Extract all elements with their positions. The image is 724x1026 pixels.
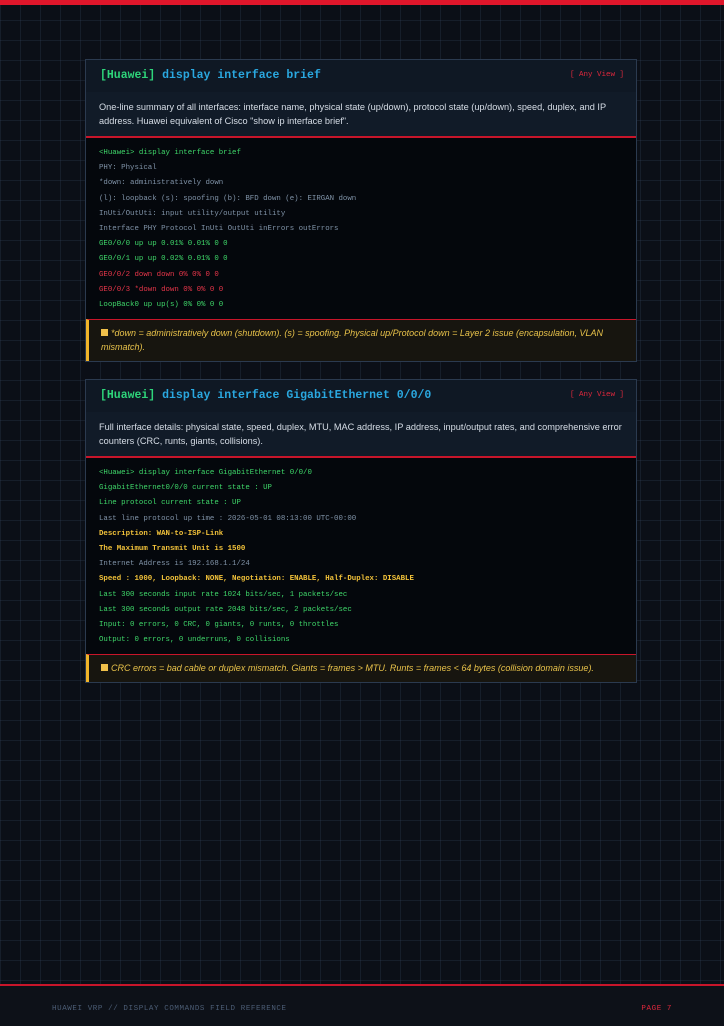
terminal-output: <Huawei> display interface GigabitEthern… bbox=[86, 458, 636, 655]
terminal-line: Last 300 seconds input rate 1024 bits/se… bbox=[99, 590, 348, 599]
card-header: [Huawei] display interface brief [ Any V… bbox=[86, 60, 636, 92]
terminal-line: (l): loopback (s): spoofing (b): BFD dow… bbox=[99, 194, 357, 203]
vendor-tag: [Huawei] bbox=[100, 389, 156, 402]
top-accent-bar bbox=[0, 0, 724, 5]
terminal-line: GE0/0/0 up up 0.01% 0.01% 0 0 bbox=[99, 240, 228, 249]
terminal-line: Interface PHY Protocol InUti OutUti inEr… bbox=[99, 225, 339, 234]
terminal-line: GE0/0/3 *down down 0% 0% 0 0 bbox=[99, 285, 224, 294]
terminal-output: <Huawei> display interface brief PHY: Ph… bbox=[86, 138, 636, 320]
terminal-line: Internet Address is 192.168.1.1/24 bbox=[99, 560, 250, 569]
terminal-line: *down: administratively down bbox=[99, 179, 224, 188]
note-text: *down = administratively down (shutdown)… bbox=[101, 328, 604, 353]
command-name: display interface GigabitEthernet 0/0/0 bbox=[162, 389, 432, 402]
terminal-line: The Maximum Transmit Unit is 1500 bbox=[99, 545, 246, 554]
footer-title: HUAWEI VRP // DISPLAY COMMANDS FIELD REF… bbox=[52, 1005, 287, 1013]
terminal-line: GE0/0/2 down down 0% 0% 0 0 bbox=[99, 270, 219, 279]
card-header: [Huawei] display interface GigabitEthern… bbox=[86, 380, 636, 412]
command-name: display interface brief bbox=[162, 69, 321, 82]
terminal-line: Last line protocol up time : 2026-05-01 … bbox=[99, 514, 357, 523]
terminal-line: Description: WAN-to-ISP-Link bbox=[99, 529, 224, 538]
view-label: [ Any View ] bbox=[569, 71, 624, 79]
terminal-line: LoopBack0 up up(s) 0% 0% 0 0 bbox=[99, 301, 224, 310]
tip-note: *down = administratively down (shutdown)… bbox=[86, 319, 636, 362]
terminal-line: Input: 0 errors, 0 CRC, 0 giants, 0 runt… bbox=[99, 621, 339, 630]
terminal-line: Last 300 seconds output rate 2048 bits/s… bbox=[99, 605, 352, 614]
square-bullet-icon bbox=[101, 664, 108, 672]
command-description: One-line summary of all interfaces: inte… bbox=[86, 92, 636, 138]
terminal-line: Output: 0 errors, 0 underruns, 0 collisi… bbox=[99, 636, 290, 645]
tip-note: CRC errors = bad cable or duplex mismatc… bbox=[86, 654, 636, 683]
command-title: [Huawei] display interface brief bbox=[100, 69, 321, 82]
command-card-interface-detail: [Huawei] display interface GigabitEthern… bbox=[85, 379, 637, 684]
terminal-line: Line protocol current state : UP bbox=[99, 499, 241, 508]
command-title: [Huawei] display interface GigabitEthern… bbox=[100, 389, 431, 402]
command-description: Full interface details: physical state, … bbox=[86, 412, 636, 458]
terminal-line: <Huawei> display interface brief bbox=[99, 149, 241, 157]
page-footer: HUAWEI VRP // DISPLAY COMMANDS FIELD REF… bbox=[0, 984, 724, 1026]
command-card-interface-brief: [Huawei] display interface brief [ Any V… bbox=[85, 59, 637, 363]
view-label: [ Any View ] bbox=[569, 391, 624, 399]
terminal-line: InUti/OutUti: input utility/output utili… bbox=[99, 209, 286, 218]
terminal-line: PHY: Physical bbox=[99, 164, 157, 173]
terminal-line: GE0/0/1 up up 0.02% 0.01% 0 0 bbox=[99, 255, 228, 264]
terminal-line: Speed : 1000, Loopback: NONE, Negotiatio… bbox=[99, 575, 414, 584]
note-text: CRC errors = bad cable or duplex mismatc… bbox=[111, 663, 594, 674]
vendor-tag: [Huawei] bbox=[100, 69, 156, 82]
page-number: PAGE 7 bbox=[641, 1005, 672, 1013]
square-bullet-icon bbox=[101, 329, 108, 337]
terminal-line: <Huawei> display interface GigabitEthern… bbox=[99, 469, 312, 477]
terminal-line: GigabitEthernet0/0/0 current state : UP bbox=[99, 484, 272, 493]
